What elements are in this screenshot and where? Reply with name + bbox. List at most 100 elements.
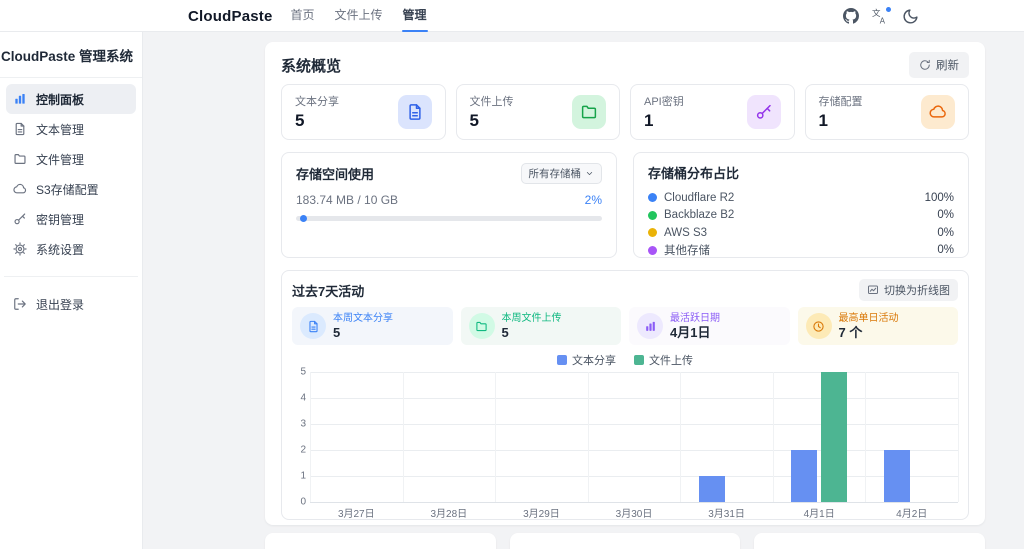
- legend-item-2[interactable]: 文件上传: [634, 352, 693, 368]
- sidebar-item-5[interactable]: 密钥管理: [6, 204, 136, 234]
- bucket-label: Backblaze B2: [664, 209, 735, 222]
- chart-toggle-button[interactable]: 切换为折线图: [859, 279, 958, 301]
- document-icon: [13, 122, 27, 136]
- bucket-color-dot: [648, 245, 657, 255]
- chevron-down-icon: [585, 169, 594, 178]
- stat-card-label: 存储配置: [818, 96, 863, 108]
- chart-x-tick: 3月27日: [337, 509, 375, 520]
- storage-progress-bar: [296, 215, 602, 222]
- app-logo[interactable]: CloudPaste: [188, 8, 273, 25]
- folder-icon: [572, 95, 606, 129]
- stat-card-3: API密钥 1: [630, 84, 795, 140]
- chart-vline: [864, 372, 866, 502]
- sidebar-item-label: 文本管理: [36, 122, 85, 137]
- nav-tab-2[interactable]: 文件上传: [335, 0, 383, 32]
- activity-stat-text: 本周文本分享 5: [333, 313, 393, 340]
- bar-chart-icon: [13, 92, 27, 106]
- refresh-button-label: 刷新: [936, 60, 959, 72]
- refresh-button[interactable]: 刷新: [909, 52, 969, 78]
- main-content: 系统概览 刷新 文本分享 5 文件上传 5 API密钥 1 存储配置 1 存储空间使用 所有存…: [265, 42, 986, 549]
- chart-bar-文本分享[interactable]: [884, 450, 910, 502]
- bucket-color-dot: [648, 228, 657, 238]
- bucket-distribution-row: 其他存储 0%: [648, 242, 954, 260]
- storage-usage-title: 存储空间使用: [296, 167, 375, 182]
- refresh-icon: [919, 59, 931, 71]
- stat-card-1: 文本分享 5: [281, 84, 446, 140]
- activity-stats-row: 本周文本分享 5 本周文件上传 5 最活跃日期 4月1日 最高单日活动 7 个: [292, 307, 958, 345]
- key-icon: [746, 95, 781, 129]
- bucket-filter-select[interactable]: 所有存储桶: [520, 163, 602, 184]
- activity-chart: 文本分享 文件上传 0 1 2 3 4 5 3月27日 3月28日 3月29日 3月30日 3月31…: [292, 352, 959, 520]
- translate-icon[interactable]: 文A: [872, 5, 892, 25]
- legend-item-1[interactable]: 文本分享: [557, 352, 616, 368]
- stat-card-text: API密钥 1: [644, 93, 684, 131]
- stat-card-value: 5: [469, 111, 479, 130]
- activity-stat-value: 4月1日: [670, 324, 711, 340]
- sidebar: CloudPaste 管理系统 控制面板 文本管理 文件管理 S3存储配置 密钥管理 系统…: [0, 32, 143, 549]
- sidebar-item-logout[interactable]: 退出登录: [6, 289, 136, 319]
- cloud-icon: [13, 182, 27, 196]
- stat-card-text: 文件上传 5: [470, 93, 514, 131]
- activity-stat-value: 7 个: [838, 324, 863, 340]
- document-icon: [397, 95, 432, 129]
- bucket-filter-value: 所有存储桶: [528, 168, 582, 180]
- page-title: 系统概览: [281, 57, 342, 75]
- storage-usage-text: 183.74 MB / 10 GB: [296, 193, 399, 207]
- chart-bar-文本分享[interactable]: [791, 450, 817, 502]
- storage-progress-indicator: [300, 215, 308, 222]
- bucket-percent: 0%: [937, 226, 954, 239]
- bucket-label: 其他存储: [664, 245, 710, 258]
- chart-y-tick: 4: [300, 392, 306, 404]
- chart-x-axis: 3月27日 3月28日 3月29日 3月30日 3月31日 4月1日 4月2日: [310, 502, 958, 520]
- chart-toggle-label: 切换为折线图: [884, 285, 950, 297]
- bucket-distribution-list: Cloudflare R2 100% Backblaze B2 0% AWS S3 0% 其…: [648, 189, 954, 259]
- document-icon: [300, 313, 326, 339]
- stat-card-4: 存储配置 1: [804, 84, 969, 140]
- chart-y-tick: 2: [300, 444, 306, 456]
- chart-x-tick: 4月2日: [896, 509, 928, 520]
- moon-icon[interactable]: [902, 8, 919, 25]
- nav-tab-3[interactable]: 管理: [401, 0, 428, 32]
- chart-y-tick: 1: [300, 470, 306, 482]
- sidebar-item-3[interactable]: 文件管理: [6, 144, 136, 174]
- activity-stat-3: 最活跃日期 4月1日: [629, 307, 790, 345]
- stat-card-value: 1: [644, 111, 654, 130]
- activity-stat-text: 最活跃日期 4月1日: [670, 313, 720, 340]
- sidebar-item-2[interactable]: 文本管理: [6, 114, 136, 144]
- chart-plot-area: 0 1 2 3 4 5: [300, 367, 959, 508]
- bucket-distribution-title: 存储桶分布占比: [648, 166, 740, 181]
- activity-stat-4: 最高单日活动 7 个: [797, 307, 958, 345]
- nav-tab-1[interactable]: 首页: [291, 0, 315, 32]
- github-icon[interactable]: [843, 8, 859, 24]
- activity-stat-text: 最高单日活动 7 个: [839, 313, 899, 340]
- gear-icon: [13, 242, 27, 256]
- key-icon: [13, 212, 27, 226]
- stat-card-value: 1: [818, 111, 828, 130]
- activity-title: 过去7天活动: [292, 283, 365, 299]
- sidebar-item-4[interactable]: S3存储配置: [6, 174, 136, 204]
- bar-chart-icon: [637, 313, 663, 339]
- bucket-label: AWS S3: [664, 226, 708, 239]
- activity-stat-2: 本周文件上传 5: [460, 307, 621, 345]
- chart-gridline: [310, 449, 958, 451]
- stat-card-label: API密钥: [644, 96, 684, 108]
- folder-icon: [13, 152, 27, 166]
- chart-bar-文本分享[interactable]: [699, 476, 725, 502]
- chart-bar-文件上传[interactable]: [821, 372, 847, 502]
- logout-icon: [13, 297, 27, 311]
- storage-usage-card: 存储空间使用 所有存储桶 183.74 MB / 10 GB 2%: [281, 152, 617, 258]
- chart-x-tick: 3月28日: [430, 509, 468, 520]
- legend-label: 文件上传: [649, 355, 693, 367]
- chart-x-tick: 4月1日: [803, 509, 835, 520]
- line-chart-icon: [867, 284, 879, 296]
- sidebar-item-1[interactable]: 控制面板: [6, 84, 136, 114]
- chart-vline: [957, 372, 959, 502]
- notification-badge: [885, 5, 892, 13]
- nav-tabs: 首页 文件上传 管理: [291, 0, 428, 32]
- cloud-icon: [921, 95, 955, 129]
- sidebar-item-6[interactable]: 系统设置: [6, 234, 136, 264]
- chart-gridline: [310, 397, 958, 399]
- sidebar-logout-label: 退出登录: [36, 297, 85, 312]
- chart-y-tick: 5: [300, 366, 306, 378]
- bucket-percent: 100%: [924, 191, 954, 204]
